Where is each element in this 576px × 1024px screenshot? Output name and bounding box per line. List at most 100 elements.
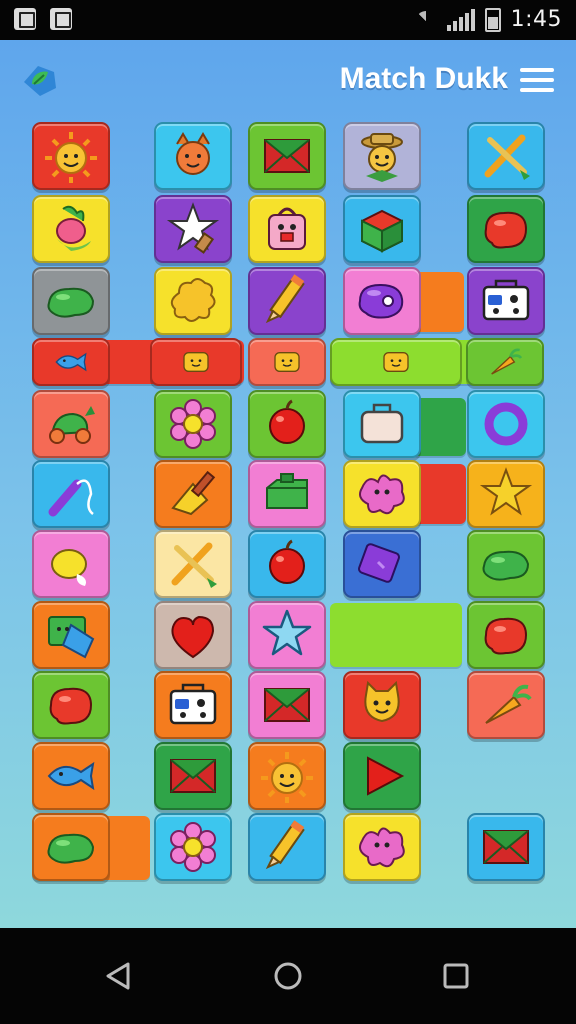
crossed-tools-icon [484,134,530,180]
tile-crossed-tools[interactable] [467,122,545,190]
fish-icon [47,761,95,791]
tile-toast-face[interactable] [330,338,462,386]
tile-flag-card[interactable] [32,601,110,669]
radio-icon [169,683,217,725]
wifi-icon [415,9,437,31]
tile-purple-blob[interactable] [343,267,421,335]
envelope-icon [483,830,529,864]
tile-envelope[interactable] [248,671,326,739]
heart-icon [171,615,215,659]
red-blob-icon [484,211,528,249]
star-blue-icon [262,609,312,656]
tile-red-blob[interactable] [32,671,110,739]
tile-heart[interactable] [154,601,232,669]
wand-icon [48,479,94,517]
tile-green-box[interactable] [248,460,326,528]
radio-icon [482,279,530,321]
tile-crossed-tools[interactable] [154,530,232,598]
lemon-icon [51,549,87,586]
tile-farmer-face[interactable] [343,122,421,190]
tile-radio[interactable] [154,671,232,739]
tile-radio[interactable] [467,267,545,335]
tile-pencil[interactable] [248,267,326,335]
notification-icon [14,8,36,30]
ring-icon [484,402,528,446]
tile-envelope[interactable] [248,122,326,190]
sun-icon [261,752,313,803]
tile-carrot[interactable] [467,671,545,739]
tile-pink-blob[interactable] [343,460,421,528]
tile-cheese-wand[interactable] [154,460,232,528]
tile-purple-card[interactable] [343,530,421,598]
purple-card-icon [358,543,400,583]
toast-face-icon [183,352,209,372]
tile-pink-blob[interactable] [343,813,421,881]
tile-play[interactable] [343,742,421,810]
tile-wand[interactable] [32,460,110,528]
flower-icon [170,822,216,872]
tile-apple[interactable] [248,530,326,598]
tile-bag-face[interactable] [248,195,326,263]
tile-red-blob[interactable] [467,601,545,669]
tile-animal-face[interactable] [154,122,232,190]
tile-flower[interactable] [154,813,232,881]
tile-envelope[interactable] [467,813,545,881]
envelope-icon [170,759,216,793]
carrot-icon [491,348,523,375]
star-wand-icon [166,202,220,254]
tile-turtle[interactable] [32,390,110,458]
navigation-bar [0,928,576,1024]
status-clock: 1:45 [510,7,562,32]
animal-face-icon [176,132,210,175]
tile-suitcase[interactable] [343,390,421,458]
tile-envelope[interactable] [154,742,232,810]
home-circle-icon[interactable] [268,956,308,996]
apple-icon [269,539,305,584]
purple-blob-icon [358,283,404,319]
carrot-icon [485,684,532,724]
pencil-icon [265,820,305,870]
tile-star-blue[interactable] [248,601,326,669]
tile-star-wand[interactable] [154,195,232,263]
tile-green-blob[interactable] [467,530,545,598]
app-notification-icon [50,8,72,30]
tile-cloud-shape[interactable] [154,267,232,335]
tile-apple[interactable] [248,390,326,458]
match-bar [330,603,462,667]
red-blob-icon [484,617,528,655]
tile-star[interactable] [467,460,545,528]
envelope-icon [264,688,310,722]
tile-sun[interactable] [248,742,326,810]
tile-pencil[interactable] [248,813,326,881]
suitcase-icon [360,403,404,444]
tile-cube[interactable] [343,195,421,263]
tile-toast-face[interactable] [248,338,326,386]
red-blob-icon [49,687,93,725]
flower-icon [170,399,216,449]
tile-toast-face[interactable] [150,338,242,386]
tile-fish[interactable] [32,338,110,386]
tile-cat-face[interactable] [343,671,421,739]
tile-lemon[interactable] [32,530,110,598]
tile-sun[interactable] [32,122,110,190]
tile-green-blob[interactable] [32,267,110,335]
tile-fish[interactable] [32,742,110,810]
back-triangle-icon[interactable] [98,956,138,996]
turtle-icon [49,406,95,444]
tile-flower[interactable] [154,390,232,458]
signal-icon [446,8,475,31]
tile-green-blob[interactable] [32,813,110,881]
recents-square-icon[interactable] [436,956,476,996]
tile-radish[interactable] [32,195,110,263]
tile-carrot[interactable] [466,338,544,386]
envelope-icon [264,139,310,173]
sun-icon [45,132,97,183]
bag-face-icon [268,207,306,250]
toast-face-icon [274,352,300,372]
green-box-icon [266,473,308,509]
pencil-icon [265,274,305,324]
green-blob-icon [47,287,95,318]
tile-ring[interactable] [467,390,545,458]
tile-red-blob[interactable] [467,195,545,263]
battery-icon [484,7,501,32]
